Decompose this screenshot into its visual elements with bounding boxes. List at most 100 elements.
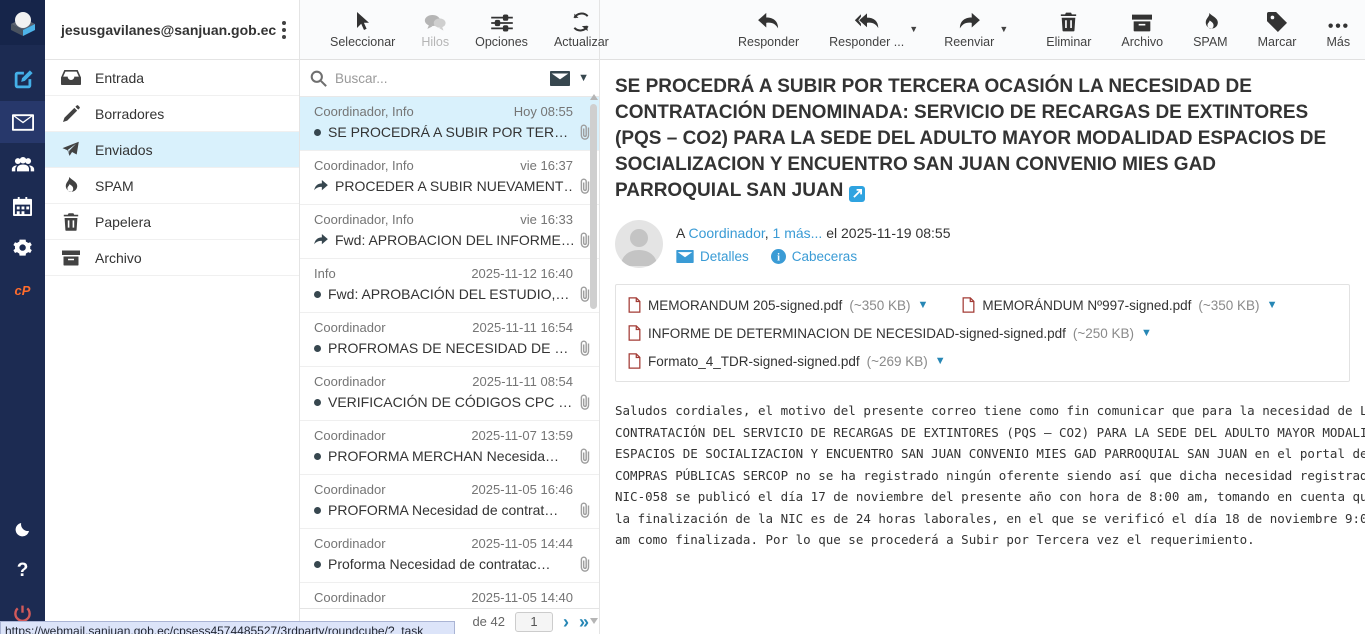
webmail-app: cP ? jesusgavilanes@sanjuan.gob.ec Entra… [0, 0, 1365, 634]
pdf-file-icon [628, 325, 641, 341]
list-item[interactable]: Coordinador, Infovie 16:37 PROCEDER A SU… [300, 151, 599, 205]
search-bar: ▼ [300, 60, 599, 97]
page-count: de 42 [472, 614, 505, 629]
list-item[interactable]: Coordinador2025-11-05 16:46 PROFORMA Nec… [300, 475, 599, 529]
message-subject: SE PROCEDRÁ A SUBIR POR TERCERA OCASIÓN … [615, 74, 1335, 204]
fire-icon [61, 177, 81, 195]
attachments-box: MEMORANDUM 205-signed.pdf (~350 KB) ▼ ME… [615, 284, 1350, 382]
info-icon: i [771, 249, 786, 264]
archive-button[interactable]: Archivo [1113, 10, 1171, 49]
scroll-up-icon[interactable] [590, 94, 598, 100]
page-input[interactable]: 1 [515, 612, 553, 632]
attachment-menu-icon[interactable]: ▼ [935, 355, 946, 367]
pdf-file-icon [628, 353, 641, 369]
attachment-menu-icon[interactable]: ▼ [1141, 327, 1152, 339]
tag-icon [1267, 10, 1287, 32]
search-options-chevron-icon[interactable]: ▼ [578, 72, 589, 84]
list-item[interactable]: Coordinador2025-11-05 14:44 Proforma Nec… [300, 529, 599, 583]
nav-item-settings[interactable] [0, 227, 45, 269]
folder-borradores[interactable]: Borradores [45, 96, 299, 132]
scrollbar-thumb[interactable] [590, 104, 597, 309]
attachment-menu-icon[interactable]: ▼ [1267, 299, 1278, 311]
roundcube-logo [0, 0, 45, 45]
attachment-item[interactable]: MEMORÁNDUM Nº997-signed.pdf (~350 KB) ▼ [962, 291, 1277, 319]
list-item[interactable]: Coordinador, InfoHoy 08:55 SE PROCEDRÁ A… [300, 97, 599, 151]
mark-button[interactable]: Marcar [1250, 10, 1305, 49]
folder-label: Borradores [95, 106, 164, 122]
next-page-icon[interactable]: › [563, 615, 569, 629]
spam-button[interactable]: SPAM [1185, 10, 1236, 49]
folder-papelera[interactable]: Papelera [45, 204, 299, 240]
compose-icon [12, 69, 34, 91]
forwarded-icon [314, 180, 328, 192]
folder-archivo[interactable]: Archivo [45, 240, 299, 276]
reply-all-button[interactable]: Responder ... ▼ [821, 10, 912, 49]
unread-dot-icon [314, 345, 321, 352]
compose-button[interactable] [0, 59, 45, 101]
nav-item-mail[interactable] [0, 101, 45, 143]
list-item[interactable]: Coordinador, Infovie 16:33 Fwd: APROBACI… [300, 205, 599, 259]
nav-item-contacts[interactable] [0, 143, 45, 185]
list-item[interactable]: Coordinador2025-11-11 16:54 PROFROMAS DE… [300, 313, 599, 367]
folder-label: SPAM [95, 178, 134, 194]
sliders-icon [491, 10, 513, 32]
list-toolbar: Seleccionar Hilos Opciones Actualizar [300, 0, 599, 60]
reply-button[interactable]: Responder [730, 10, 807, 49]
attachment-item[interactable]: INFORME DE DETERMINACION DE NECESIDAD-si… [628, 319, 1337, 347]
reply-all-caret-icon[interactable]: ▼ [909, 24, 918, 34]
threads-button[interactable]: Hilos [413, 10, 457, 49]
forward-button[interactable]: Reenviar ▼ [936, 10, 1002, 49]
unread-dot-icon [314, 129, 321, 136]
refresh-button[interactable]: Actualizar [546, 10, 617, 49]
more-recipients-link[interactable]: 1 más... [773, 225, 823, 241]
delete-button[interactable]: Eliminar [1038, 10, 1099, 49]
attachment-item[interactable]: Formato_4_TDR-signed-signed.pdf (~269 KB… [628, 347, 1337, 375]
forward-caret-icon[interactable]: ▼ [999, 24, 1008, 34]
nav-item-calendar[interactable] [0, 185, 45, 227]
search-scope-icon[interactable] [550, 71, 570, 86]
folder-spam[interactable]: SPAM [45, 168, 299, 204]
options-button[interactable]: Opciones [467, 10, 536, 49]
unread-dot-icon [314, 561, 321, 568]
details-toggle[interactable]: Detalles [676, 249, 749, 264]
gear-icon [13, 238, 33, 258]
pdf-file-icon [962, 297, 975, 313]
dark-mode-button[interactable] [0, 508, 45, 550]
sender-block: A Coordinador, 1 más... el 2025-11-19 08… [615, 220, 1350, 268]
list-item[interactable]: Coordinador2025-11-05 14:40 [300, 583, 599, 608]
reply-icon [757, 10, 781, 32]
search-icon [310, 70, 327, 87]
list-item[interactable]: Info2025-11-12 16:40 Fwd: APROBACIÓN DEL… [300, 259, 599, 313]
select-button[interactable]: Seleccionar [322, 10, 403, 49]
message-rows: Coordinador, InfoHoy 08:55 SE PROCEDRÁ A… [300, 97, 599, 608]
recipient-link[interactable]: Coordinador [688, 225, 764, 241]
scroll-down-icon[interactable] [590, 618, 598, 624]
svg-text:i: i [777, 252, 780, 263]
help-button[interactable]: ? [0, 550, 45, 592]
folder-entrada[interactable]: Entrada [45, 60, 299, 96]
more-button[interactable]: Más [1318, 10, 1358, 49]
account-menu-button[interactable] [276, 17, 292, 43]
folder-label: Papelera [95, 214, 151, 230]
list-item[interactable]: Coordinador2025-11-11 08:54 VERIFICACIÓN… [300, 367, 599, 421]
forward-icon [957, 10, 981, 32]
power-icon [13, 604, 32, 623]
trash-icon [1060, 10, 1077, 32]
headers-toggle[interactable]: i Cabeceras [771, 249, 857, 264]
attachment-menu-icon[interactable]: ▼ [918, 299, 929, 311]
folders-panel: jesusgavilanes@sanjuan.gob.ec Entrada Bo… [45, 0, 300, 634]
refresh-icon [571, 10, 591, 32]
folder-enviados[interactable]: Enviados [45, 132, 299, 168]
account-email: jesusgavilanes@sanjuan.gob.ec [61, 22, 276, 38]
contacts-icon [11, 156, 35, 173]
attachment-item[interactable]: MEMORANDUM 205-signed.pdf (~350 KB) ▼ [628, 291, 928, 319]
list-scrollbar[interactable] [589, 98, 598, 608]
recipients-line: A Coordinador, 1 más... el 2025-11-19 08… [676, 225, 951, 241]
search-input[interactable] [335, 71, 542, 86]
list-item[interactable]: Coordinador2025-11-07 13:59 PROFORMA MER… [300, 421, 599, 475]
nav-item-cpanel[interactable]: cP [0, 269, 45, 311]
unread-dot-icon [314, 399, 321, 406]
last-page-icon[interactable]: » [579, 615, 589, 629]
statusbar-url-tooltip: https://webmail.sanjuan.gob.ec/cpsess457… [0, 621, 455, 634]
external-link-icon[interactable] [849, 186, 865, 202]
